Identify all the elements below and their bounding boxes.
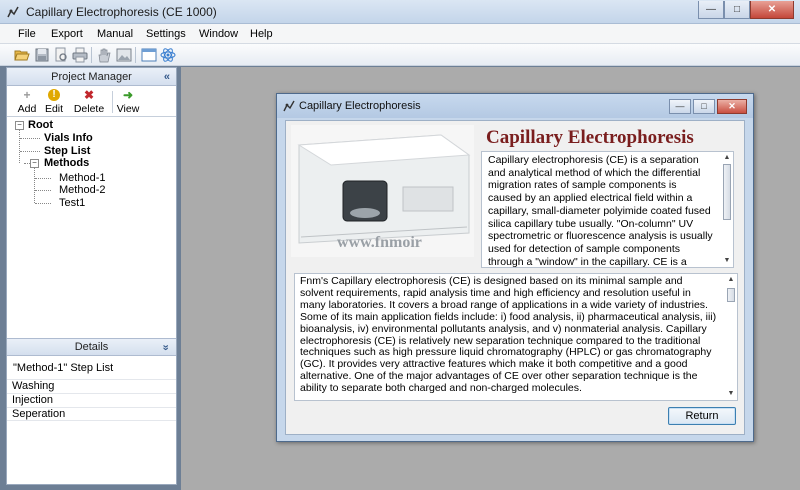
view-label: View xyxy=(116,103,140,115)
details-title: Details xyxy=(74,341,109,353)
menu-help[interactable]: Help xyxy=(250,28,273,40)
project-manager-toolbar: + Add ! Edit ✖ Delete ➜ View xyxy=(7,87,176,117)
collapse-left-icon[interactable]: « xyxy=(164,68,170,86)
instrument-image: www.fnmoir xyxy=(291,125,474,257)
print-icon[interactable] xyxy=(72,47,88,63)
delete-icon: ✖ xyxy=(83,88,95,102)
description-scrollbar[interactable]: ▲ ▼ xyxy=(721,152,733,267)
step-row-washing[interactable]: Washing xyxy=(7,379,176,393)
save-icon[interactable] xyxy=(34,47,50,63)
scroll-down-icon[interactable]: ▼ xyxy=(723,257,731,265)
add-icon: + xyxy=(23,88,31,102)
project-tree: − Root Vials Info Step List − Methods Me… xyxy=(7,118,176,338)
menu-file[interactable]: File xyxy=(18,28,36,40)
tree-methods[interactable]: Methods xyxy=(44,157,89,169)
dialog-heading: Capillary Electrophoresis xyxy=(486,127,694,148)
info-scrollbar[interactable]: ▲ ▼ xyxy=(725,274,737,400)
edit-button[interactable]: ! Edit xyxy=(43,89,65,115)
step-list-title: "Method-1" Step List xyxy=(13,362,114,374)
ce-dialog: Capillary Electrophoresis — □ ✕ www.fnmo… xyxy=(276,93,754,442)
step-row-injection[interactable]: Injection xyxy=(7,393,176,407)
return-button[interactable]: Return xyxy=(668,407,736,425)
minimize-button[interactable]: — xyxy=(698,1,724,19)
info-scroll-down-icon[interactable]: ▼ xyxy=(727,390,735,398)
delete-button[interactable]: ✖ Delete xyxy=(71,89,107,115)
menu-settings[interactable]: Settings xyxy=(146,28,186,40)
project-manager-panel: Project Manager « + Add ! Edit ✖ Delete … xyxy=(6,67,177,485)
window-icon[interactable] xyxy=(141,47,157,63)
details-header: Details » xyxy=(7,338,176,356)
tree-method-2[interactable]: Method-2 xyxy=(59,184,105,196)
description-textbox[interactable]: Capillary electrophoresis (CE) is a sepa… xyxy=(481,151,734,268)
close-button[interactable]: ✕ xyxy=(750,1,794,19)
tree-step-list[interactable]: Step List xyxy=(44,145,90,157)
dialog-close-button[interactable]: ✕ xyxy=(717,99,747,114)
atom-icon[interactable] xyxy=(160,47,176,63)
project-manager-header: Project Manager « xyxy=(7,68,176,86)
dialog-body: www.fnmoir Capillary Electrophoresis Cap… xyxy=(285,120,745,435)
print-preview-icon[interactable] xyxy=(53,47,69,63)
dialog-minimize-button[interactable]: — xyxy=(669,99,691,114)
maximize-button[interactable]: □ xyxy=(724,1,750,19)
collapse-details-icon[interactable]: » xyxy=(156,344,173,350)
tree-test1[interactable]: Test1 xyxy=(59,197,85,209)
view-arrow-icon: ➜ xyxy=(122,88,134,102)
delete-label: Delete xyxy=(73,103,105,115)
scroll-thumb[interactable] xyxy=(723,164,731,220)
open-folder-icon[interactable] xyxy=(14,47,30,63)
hand-icon[interactable] xyxy=(96,47,112,63)
info-textbox[interactable]: Fnm's Capillary electrophoresis (CE) is … xyxy=(294,273,738,401)
project-manager-title: Project Manager xyxy=(51,71,132,83)
toolbar xyxy=(0,44,800,66)
image-icon[interactable] xyxy=(116,47,132,63)
tree-vials-info[interactable]: Vials Info xyxy=(44,132,93,144)
dialog-title: Capillary Electrophoresis xyxy=(299,100,421,112)
dialog-title-bar: Capillary Electrophoresis — □ ✕ xyxy=(277,94,753,118)
watermark-text: www.fnmoir xyxy=(337,234,422,251)
add-label: Add xyxy=(17,103,37,115)
menu-bar: File Export Manual Settings Window Help xyxy=(0,24,800,44)
app-icon xyxy=(7,6,19,18)
tree-method-1[interactable]: Method-1 xyxy=(59,172,105,184)
add-button[interactable]: + Add xyxy=(15,89,39,115)
dialog-app-icon xyxy=(283,100,295,112)
info-scroll-up-icon[interactable]: ▲ xyxy=(727,276,735,284)
title-bar: Capillary Electrophoresis (CE 1000) — □ … xyxy=(0,0,800,24)
dialog-maximize-button[interactable]: □ xyxy=(693,99,715,114)
edit-label: Edit xyxy=(44,103,64,115)
root-expand-icon[interactable]: − xyxy=(15,121,24,130)
tree-root[interactable]: Root xyxy=(28,119,53,131)
menu-window[interactable]: Window xyxy=(199,28,238,40)
info-text: Fnm's Capillary electrophoresis (CE) is … xyxy=(300,275,717,395)
menu-manual[interactable]: Manual xyxy=(97,28,133,40)
description-text: Capillary electrophoresis (CE) is a sepa… xyxy=(488,154,713,268)
details-panel: "Method-1" Step List Washing Injection S… xyxy=(7,356,176,484)
view-button[interactable]: ➜ View xyxy=(115,89,141,115)
info-scroll-thumb[interactable] xyxy=(727,288,735,302)
scroll-up-icon[interactable]: ▲ xyxy=(723,154,731,162)
window-title: Capillary Electrophoresis (CE 1000) xyxy=(26,5,217,19)
menu-export[interactable]: Export xyxy=(51,28,83,40)
edit-icon: ! xyxy=(48,89,60,101)
step-row-separation[interactable]: Seperation xyxy=(7,407,176,421)
methods-expand-icon[interactable]: − xyxy=(30,159,39,168)
